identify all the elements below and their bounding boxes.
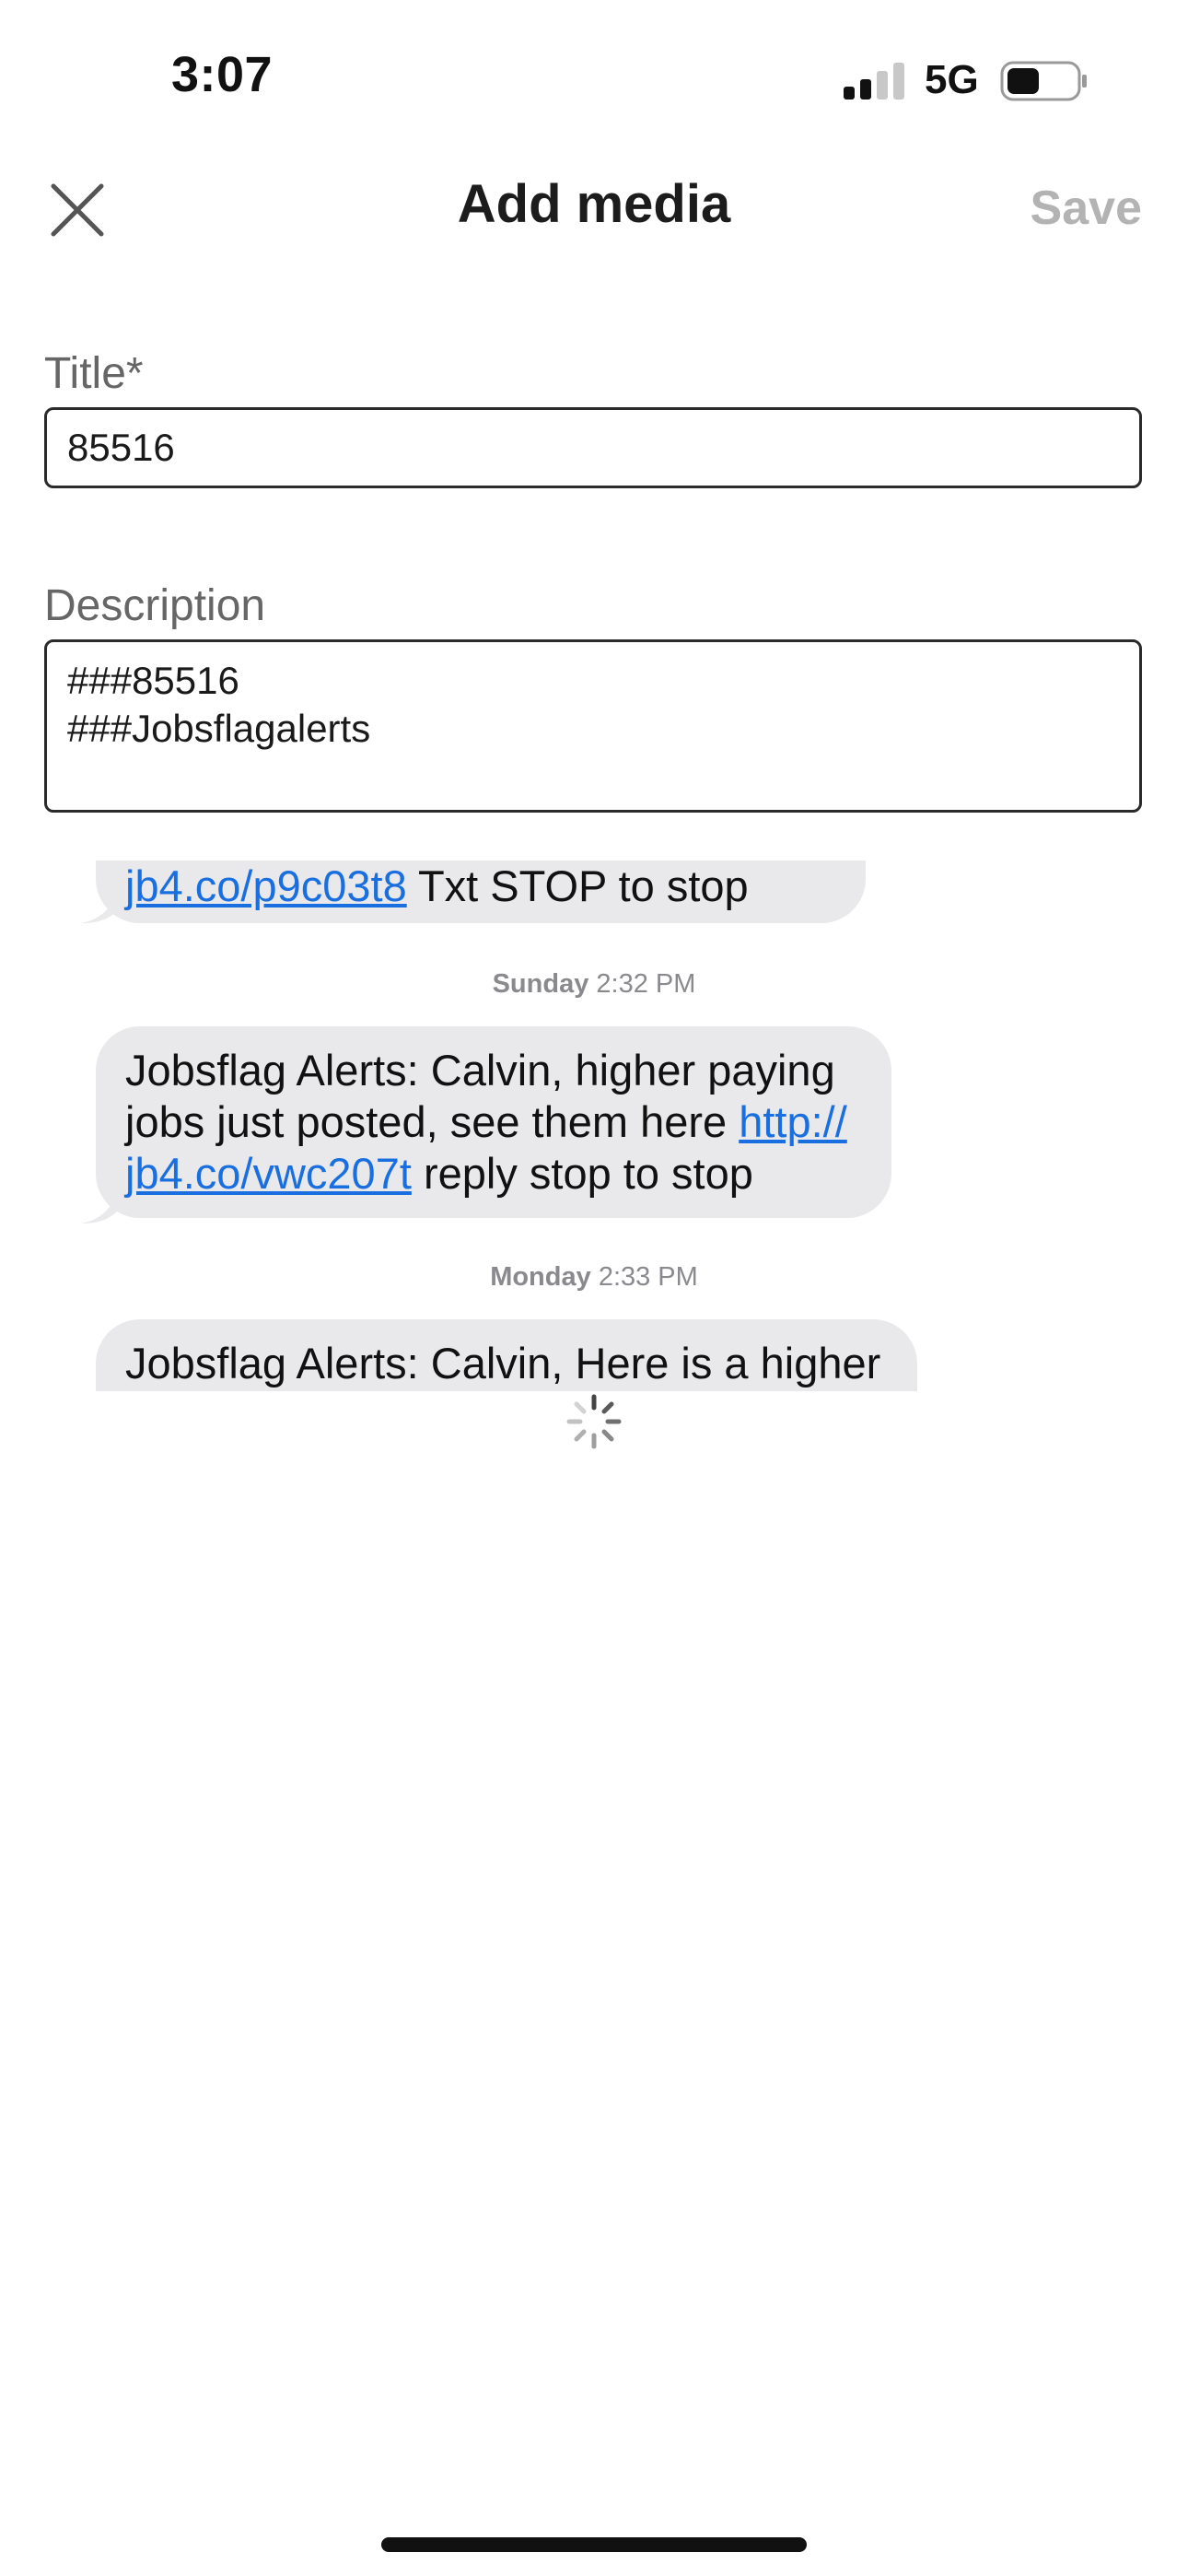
signal-icon	[844, 63, 904, 100]
network-type: 5G	[925, 57, 979, 102]
message-text: Txt STOP to stop	[406, 861, 749, 910]
message-bubble: jb4.co/p9c03t8 Txt STOP to stop	[96, 861, 866, 923]
status-time: 3:07	[171, 47, 274, 102]
message-link: jb4.co/vwc207t	[125, 1149, 412, 1198]
message-link: http://	[739, 1097, 847, 1146]
bubble-tail	[81, 1187, 118, 1224]
spinner-icon	[566, 1394, 622, 1449]
message-bubble: Jobsflag Alerts: Calvin, Here is a highe…	[96, 1319, 917, 1391]
message-bubble: Jobsflag Alerts: Calvin, higher paying j…	[96, 1026, 891, 1218]
bubble-tail	[81, 886, 118, 923]
home-indicator[interactable]	[381, 2537, 807, 2552]
message-line: jb4.co/vwc207t reply stop to stop	[125, 1149, 753, 1198]
title-label: Title*	[44, 349, 144, 398]
message-timestamp: Sunday 2:32 PM	[492, 969, 696, 999]
message-line: Jobsflag Alerts: Calvin, Here is a highe…	[125, 1339, 881, 1388]
description-field[interactable]: ###85516 ###Jobsflagalerts	[44, 639, 1142, 813]
battery-icon	[1000, 61, 1087, 101]
save-button[interactable]: Save	[1013, 181, 1142, 236]
message-timestamp: Monday 2:33 PM	[490, 1262, 698, 1292]
message-link: jb4.co/p9c03t8	[125, 861, 407, 910]
message-line: Jobsflag Alerts: Calvin, higher paying	[125, 1046, 835, 1095]
description-label: Description	[44, 581, 266, 630]
title-field[interactable]	[44, 407, 1142, 488]
page-title: Add media	[457, 174, 731, 234]
media-preview-image: jb4.co/p9c03t8 Txt STOP to stop Sunday 2…	[0, 861, 1188, 1391]
message-line: jobs just posted, see them here http://	[125, 1097, 847, 1146]
